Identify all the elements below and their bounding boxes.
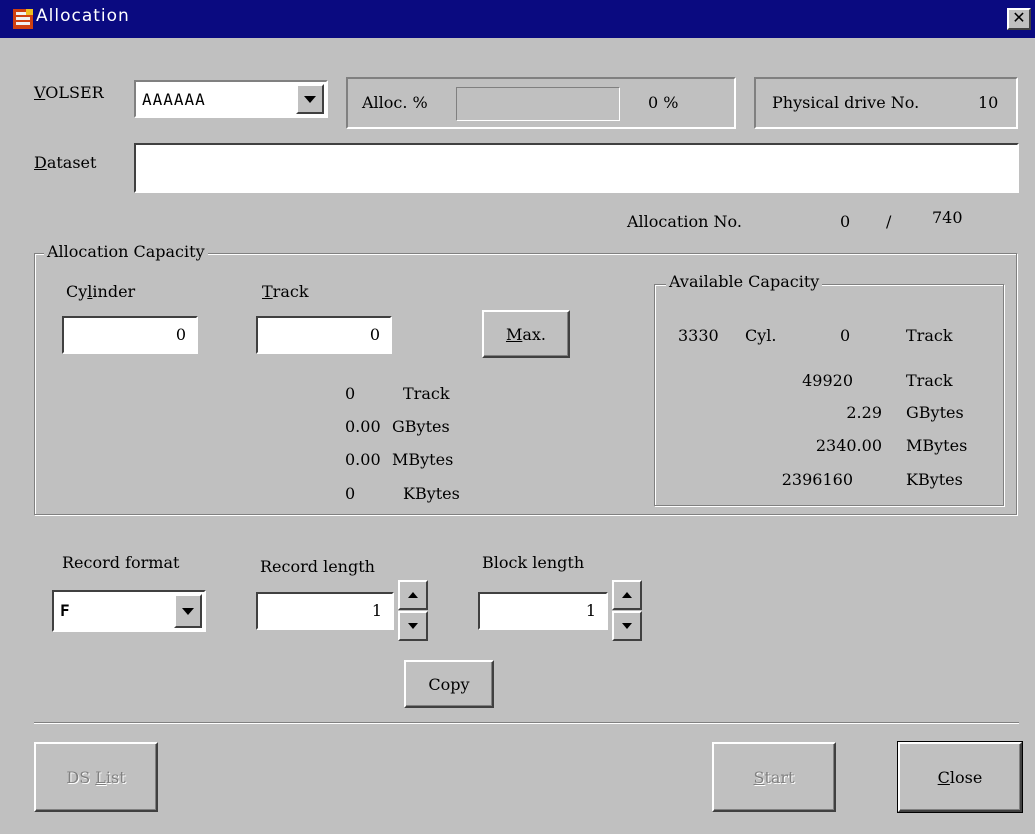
alloc-summary-mbytes-value: 0.00 xyxy=(345,450,381,469)
arrow-down-icon xyxy=(408,623,418,629)
arrow-up-icon xyxy=(408,592,418,598)
volser-dropdown-button[interactable] xyxy=(296,84,324,114)
dataset-input[interactable] xyxy=(134,143,1019,193)
avail-row-track-unit: Track xyxy=(906,371,953,390)
volser-combobox[interactable]: AAAAAA xyxy=(134,80,328,118)
chevron-down-icon xyxy=(304,95,316,103)
physical-drive-label: Physical drive No. xyxy=(772,93,920,112)
cylinder-input[interactable]: 0 xyxy=(62,316,198,354)
window-close-button[interactable]: ✕ xyxy=(1007,8,1031,30)
allocation-no-separator: / xyxy=(886,212,892,231)
start-button[interactable]: Start xyxy=(712,742,836,812)
alloc-summary-gbytes-unit: GBytes xyxy=(392,417,450,436)
bottom-separator xyxy=(34,722,1019,724)
record-length-label: Record length xyxy=(260,557,375,576)
allocation-no-total: 740 xyxy=(932,208,963,227)
alloc-pct-progress-bar xyxy=(456,87,620,121)
alloc-pct-label: Alloc. % xyxy=(362,93,428,112)
alloc-summary-gbytes-value: 0.00 xyxy=(345,417,381,436)
avail-row-mbytes-unit: MBytes xyxy=(906,436,968,455)
record-length-increment-button[interactable] xyxy=(398,580,428,610)
cylinder-label: Cylinder xyxy=(66,282,136,301)
volser-label: VOLSER xyxy=(34,83,104,102)
max-button[interactable]: Max. xyxy=(482,310,570,358)
arrow-down-icon xyxy=(622,623,632,629)
alloc-pct-panel: Alloc. % 0 % xyxy=(346,77,736,129)
arrow-up-icon xyxy=(622,592,632,598)
allocation-no-label: Allocation No. xyxy=(627,212,742,231)
app-icon xyxy=(12,8,34,30)
avail-row-track-value: 49920 xyxy=(802,371,853,390)
record-format-label: Record format xyxy=(62,553,180,572)
available-capacity-title: Available Capacity xyxy=(666,272,823,291)
window-title: Allocation xyxy=(36,6,130,26)
alloc-pct-value: 0 % xyxy=(648,93,679,112)
block-length-label: Block length xyxy=(482,553,585,572)
physical-drive-value: 10 xyxy=(978,93,999,112)
title-bar: Allocation ✕ xyxy=(0,0,1035,38)
record-format-dropdown-button[interactable] xyxy=(174,594,202,628)
alloc-summary-kbytes-value: 0 xyxy=(345,484,356,503)
block-length-increment-button[interactable] xyxy=(612,580,642,610)
close-icon: ✕ xyxy=(1012,8,1026,27)
record-length-input[interactable]: 1 xyxy=(256,592,394,630)
record-format-combobox[interactable]: F xyxy=(52,590,206,632)
alloc-summary-kbytes-unit: KBytes xyxy=(403,484,460,503)
avail-row-gbytes-unit: GBytes xyxy=(906,403,964,422)
avail-row-gbytes-value: 2.29 xyxy=(846,403,882,422)
avail-cyl-unit: Cyl. xyxy=(745,326,777,345)
alloc-summary-track-value: 0 xyxy=(345,384,356,403)
alloc-summary-mbytes-unit: MBytes xyxy=(392,450,454,469)
copy-button[interactable]: Copy xyxy=(404,660,494,708)
avail-track-value: 0 xyxy=(840,326,851,345)
ds-list-button[interactable]: DS List xyxy=(34,742,158,812)
avail-row-kbytes-unit: KBytes xyxy=(906,470,963,489)
allocation-capacity-title: Allocation Capacity xyxy=(44,242,208,261)
physical-drive-panel: Physical drive No. 10 xyxy=(754,77,1018,129)
block-length-input[interactable]: 1 xyxy=(478,592,608,630)
record-length-decrement-button[interactable] xyxy=(398,611,428,641)
avail-track-unit: Track xyxy=(906,326,953,345)
volser-value: AAAAAA xyxy=(142,90,206,109)
avail-cyl-value: 3330 xyxy=(678,326,719,345)
track-input[interactable]: 0 xyxy=(256,316,392,354)
track-label: Track xyxy=(262,282,309,301)
block-length-decrement-button[interactable] xyxy=(612,611,642,641)
avail-row-mbytes-value: 2340.00 xyxy=(815,436,882,455)
chevron-down-icon xyxy=(182,607,194,615)
close-button[interactable]: Close xyxy=(897,741,1023,813)
dataset-label: Dataset xyxy=(34,153,97,172)
avail-row-kbytes-value: 2396160 xyxy=(781,470,853,489)
allocation-no-current: 0 xyxy=(840,212,851,231)
alloc-summary-track-unit: Track xyxy=(403,384,450,403)
record-format-value: F xyxy=(60,601,70,620)
